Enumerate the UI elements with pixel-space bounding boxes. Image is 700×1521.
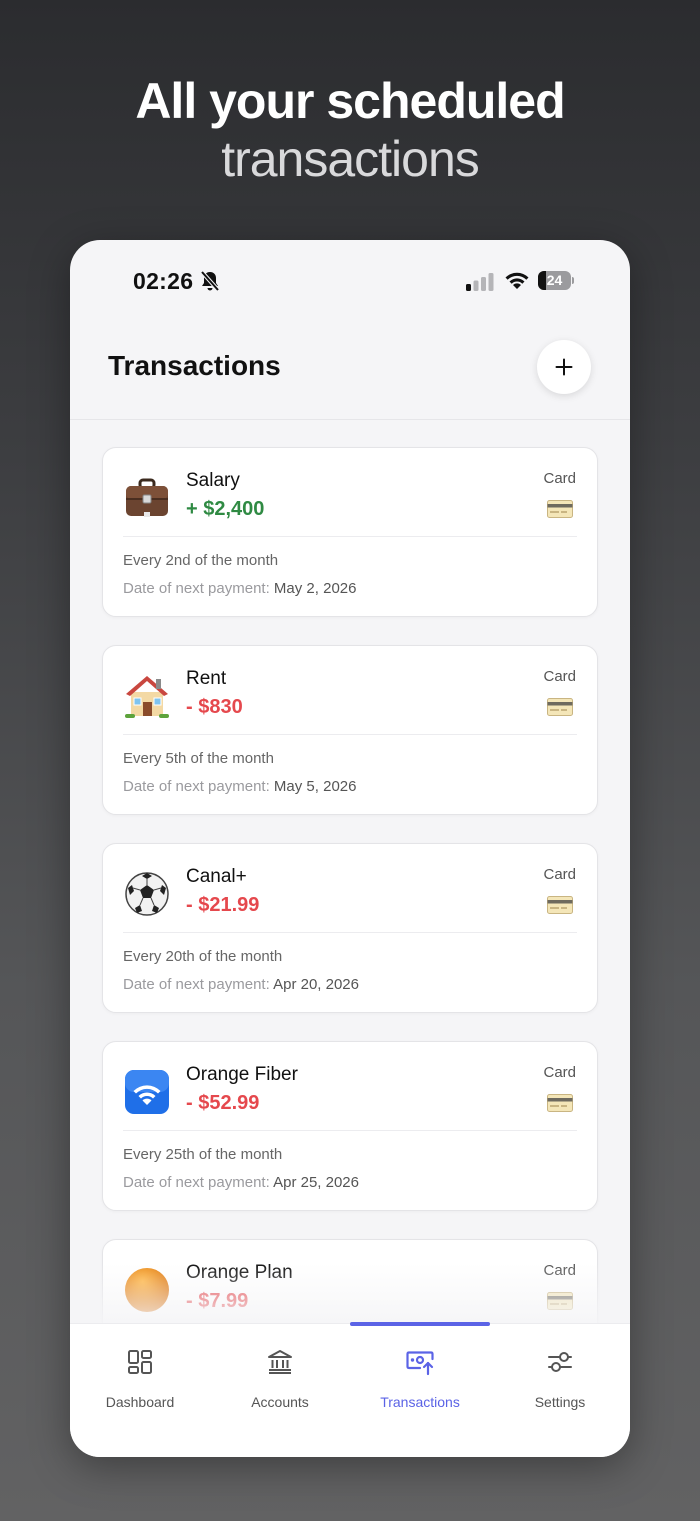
transaction-card[interactable]: Orange Plan - $7.99 Card xyxy=(102,1239,598,1323)
headline-line-1: All your scheduled xyxy=(135,73,565,129)
transaction-amount: + $2,400 xyxy=(186,498,265,520)
page-title: Transactions xyxy=(108,350,281,381)
headline-line-2: transactions xyxy=(221,131,480,187)
tab-dashboard[interactable]: Dashboard xyxy=(70,1324,210,1457)
headline: All your scheduled transactions xyxy=(0,72,700,188)
transaction-card[interactable]: Rent - $830 Card Every 5th of the month … xyxy=(102,645,598,815)
signal-icon xyxy=(466,273,494,291)
next-payment-date: May 2, 2026 xyxy=(273,580,357,597)
status-bar: 02:26 24 xyxy=(70,240,630,320)
next-payment-label: Date of next payment: xyxy=(123,1174,270,1191)
next-payment-label: Date of next payment: xyxy=(123,976,270,993)
transaction-name: Orange Fiber xyxy=(186,1064,298,1085)
tab-transactions[interactable]: Transactions xyxy=(350,1324,490,1457)
transaction-name: Orange Plan xyxy=(186,1262,293,1283)
plus-icon xyxy=(555,358,573,376)
payment-method-label: Card xyxy=(543,668,576,685)
next-payment-label: Date of next payment: xyxy=(123,778,270,795)
tab-label: Accounts xyxy=(251,1394,309,1410)
status-time: 02:26 xyxy=(133,268,194,294)
transaction-name: Salary xyxy=(186,470,240,491)
transaction-name: Rent xyxy=(186,668,227,689)
transactions-list[interactable]: Salary + $2,400 Card Every 2nd of the mo… xyxy=(70,421,630,1323)
sliders-icon xyxy=(548,1352,572,1372)
payment-method-label: Card xyxy=(543,1064,576,1081)
next-payment: Date of next payment: Apr 25, 2026 xyxy=(123,1174,359,1191)
tab-label: Dashboard xyxy=(105,1394,175,1410)
frequency-text: Every 25th of the month xyxy=(123,1146,283,1163)
credit-card-icon xyxy=(547,1292,573,1310)
frequency-text: Every 20th of the month xyxy=(123,948,283,965)
transaction-card[interactable]: Salary + $2,400 Card Every 2nd of the mo… xyxy=(102,447,598,617)
soccer-ball-icon xyxy=(125,872,169,916)
payment-method-label: Card xyxy=(543,470,576,487)
credit-card-icon xyxy=(547,1094,573,1112)
transaction-card[interactable]: Orange Fiber - $52.99 Card Every 25th of… xyxy=(102,1041,598,1211)
frequency-text: Every 5th of the month xyxy=(123,750,274,767)
transaction-amount: - $7.99 xyxy=(186,1290,249,1312)
tab-label: Settings xyxy=(534,1394,586,1410)
payment-method-label: Card xyxy=(543,1262,576,1279)
next-payment-date: Apr 20, 2026 xyxy=(273,976,359,993)
next-payment-date: Apr 25, 2026 xyxy=(273,1174,359,1191)
house-icon xyxy=(125,676,169,718)
payment-method-label: Card xyxy=(543,866,576,883)
add-transaction-button[interactable] xyxy=(537,340,591,394)
transaction-name: Canal+ xyxy=(186,866,247,887)
transaction-amount: - $21.99 xyxy=(186,894,260,916)
battery-icon: 24 xyxy=(538,271,574,290)
next-payment-date: May 5, 2026 xyxy=(273,778,357,795)
briefcase-icon xyxy=(126,478,168,517)
transaction-card[interactable]: Canal+ - $21.99 Card Every 20th of the m… xyxy=(102,843,598,1013)
transaction-amount: - $52.99 xyxy=(186,1092,260,1114)
bell-slash-icon xyxy=(200,270,220,292)
tab-accounts[interactable]: Accounts xyxy=(210,1324,350,1457)
nav-header: Transactions xyxy=(70,320,630,420)
orange-circle-icon xyxy=(125,1268,169,1312)
tab-bar: Dashboard Accounts Transactions Settings xyxy=(70,1322,630,1457)
tab-label: Transactions xyxy=(380,1394,460,1410)
money-transfer-icon xyxy=(406,1351,434,1376)
battery-level: 24 xyxy=(546,272,563,288)
credit-card-icon xyxy=(547,500,573,518)
next-payment: Date of next payment: Apr 20, 2026 xyxy=(123,976,359,993)
tab-settings[interactable]: Settings xyxy=(490,1324,630,1457)
bank-icon xyxy=(268,1350,292,1374)
next-payment-label: Date of next payment: xyxy=(123,580,270,597)
next-payment: Date of next payment: May 5, 2026 xyxy=(123,778,356,795)
transaction-amount: - $830 xyxy=(186,696,243,718)
dashboard-grid-icon xyxy=(128,1350,152,1374)
credit-card-icon xyxy=(547,896,573,914)
next-payment: Date of next payment: May 2, 2026 xyxy=(123,580,356,597)
credit-card-icon xyxy=(547,698,573,716)
wifi-icon xyxy=(505,272,529,289)
phone-screen: 02:26 24 Transactions Salary + $2,400 Ca… xyxy=(70,240,630,1457)
wifi-app-icon xyxy=(125,1070,169,1114)
frequency-text: Every 2nd of the month xyxy=(123,552,279,569)
